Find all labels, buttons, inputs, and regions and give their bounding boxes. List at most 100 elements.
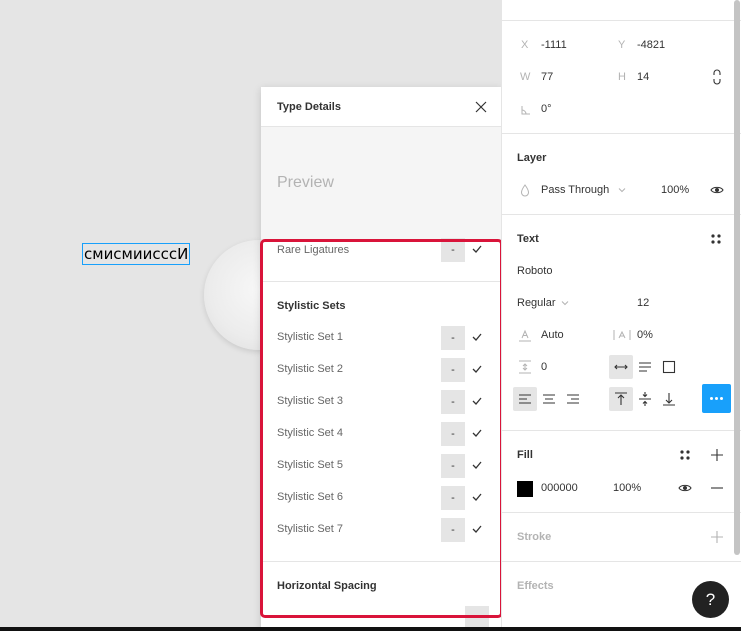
- panel-divider: [501, 214, 741, 215]
- check-icon[interactable]: [470, 242, 484, 256]
- fill-opacity-input[interactable]: 100%: [613, 482, 641, 494]
- w-input[interactable]: 77: [541, 71, 553, 83]
- fill-hex-input[interactable]: 000000: [541, 482, 578, 494]
- popup-title: Type Details: [277, 100, 341, 113]
- h-input[interactable]: 14: [637, 71, 649, 83]
- horizontal-spacing-title: Horizontal Spacing: [277, 580, 377, 592]
- option-stylistic-set-6: Stylistic Set 6 -: [261, 482, 501, 514]
- align-bottom-icon[interactable]: [661, 391, 677, 407]
- bottom-edge: [0, 627, 741, 631]
- text-styles-grid-icon[interactable]: [708, 231, 724, 247]
- option-stylistic-set-4: Stylistic Set 4 -: [261, 418, 501, 450]
- panel-divider: [501, 561, 741, 562]
- letter-spacing-icon: [612, 327, 631, 343]
- section-divider: [261, 281, 501, 282]
- layer-opacity-input[interactable]: 100%: [661, 184, 689, 196]
- check-icon[interactable]: [470, 490, 484, 504]
- option-label: Stylistic Set 4: [277, 427, 344, 439]
- option-label: Rare Ligatures: [277, 244, 350, 256]
- option-stylistic-set-5: Stylistic Set 5 -: [261, 450, 501, 482]
- close-icon[interactable]: [473, 99, 489, 115]
- eye-icon[interactable]: [677, 480, 693, 496]
- option-off-toggle[interactable]: -: [441, 238, 465, 262]
- effects-section-title: Effects: [517, 580, 554, 592]
- option-off-toggle[interactable]: -: [441, 358, 465, 382]
- fill-color-swatch[interactable]: [517, 481, 533, 497]
- option-stylistic-set-3: Stylistic Set 3 -: [261, 386, 501, 418]
- align-right-icon[interactable]: [565, 391, 581, 407]
- align-left-icon[interactable]: [517, 391, 533, 407]
- option-off-toggle[interactable]: -: [441, 518, 465, 542]
- font-family-select[interactable]: Roboto: [517, 265, 552, 277]
- add-stroke-icon[interactable]: [709, 529, 725, 545]
- option-label: Stylistic Set 1: [277, 331, 344, 343]
- option-off-toggle[interactable]: -: [441, 454, 465, 478]
- preview-area: Preview: [261, 127, 501, 240]
- help-button[interactable]: ?: [692, 581, 729, 618]
- constrain-proportions-icon[interactable]: [709, 69, 725, 85]
- font-weight-select[interactable]: Regular: [517, 297, 556, 309]
- option-rare-ligatures: Rare Ligatures -: [261, 238, 501, 270]
- chevron-down-icon[interactable]: [616, 184, 632, 200]
- option-stylistic-set-7: Stylistic Set 7 -: [261, 514, 501, 546]
- check-icon[interactable]: [470, 426, 484, 440]
- option-label: Stylistic Set 7: [277, 523, 344, 535]
- y-label: Y: [618, 39, 626, 51]
- paragraph-spacing-icon: [517, 359, 533, 375]
- check-icon[interactable]: [470, 330, 484, 344]
- auto-height-icon[interactable]: [637, 359, 653, 375]
- remove-fill-icon[interactable]: [709, 480, 725, 496]
- y-input[interactable]: -4821: [637, 39, 665, 51]
- check-icon[interactable]: [470, 522, 484, 536]
- panel-divider: [501, 133, 741, 134]
- option-off-toggle[interactable]: -: [441, 326, 465, 350]
- check-icon[interactable]: [470, 458, 484, 472]
- panel-divider: [501, 20, 741, 21]
- fill-section-title: Fill: [517, 449, 533, 461]
- letter-spacing-input[interactable]: 0%: [637, 329, 653, 341]
- blend-drop-icon: [517, 182, 533, 198]
- preview-text: Preview: [277, 174, 334, 191]
- align-top-icon[interactable]: [613, 391, 629, 407]
- check-icon[interactable]: [470, 394, 484, 408]
- panel-scrollbar[interactable]: [734, 0, 740, 555]
- option-stylistic-set-1: Stylistic Set 1 -: [261, 322, 501, 354]
- eye-icon[interactable]: [709, 182, 725, 198]
- font-size-input[interactable]: 12: [637, 297, 649, 309]
- option-label: Stylistic Set 2: [277, 363, 344, 375]
- type-details-button[interactable]: [702, 384, 731, 413]
- stylistic-sets-title: Stylistic Sets: [277, 300, 346, 312]
- add-fill-icon[interactable]: [709, 447, 725, 463]
- x-input[interactable]: -1111: [541, 39, 567, 51]
- h-label: H: [618, 71, 626, 83]
- option-off-toggle[interactable]: -: [441, 390, 465, 414]
- type-details-popup: Type Details Preview Rare Ligatures - St…: [261, 87, 501, 631]
- text-section-title: Text: [517, 233, 539, 245]
- align-center-icon[interactable]: [541, 391, 557, 407]
- line-height-input[interactable]: Auto: [541, 329, 564, 341]
- fixed-size-icon[interactable]: [661, 359, 677, 375]
- w-label: W: [520, 71, 531, 83]
- paragraph-spacing-input[interactable]: 0: [541, 361, 547, 373]
- fill-styles-grid-icon[interactable]: [677, 447, 693, 463]
- option-label: Stylistic Set 3: [277, 395, 344, 407]
- rotation-icon: [518, 102, 534, 118]
- more-dots-icon: [710, 397, 723, 400]
- option-off-toggle[interactable]: -: [441, 422, 465, 446]
- selected-text-layer[interactable]: смисмиисссИ: [82, 243, 191, 265]
- blend-mode-select[interactable]: Pass Through: [541, 184, 609, 196]
- section-divider: [261, 561, 501, 562]
- stroke-section-title: Stroke: [517, 531, 552, 543]
- layer-section-title: Layer: [517, 152, 547, 164]
- chevron-down-icon[interactable]: [559, 297, 575, 313]
- option-label: Stylistic Set 6: [277, 491, 344, 503]
- panel-divider: [501, 430, 741, 431]
- popup-header: Type Details: [261, 87, 501, 127]
- x-label: X: [521, 39, 529, 51]
- check-icon[interactable]: [470, 362, 484, 376]
- auto-width-icon[interactable]: [613, 359, 629, 375]
- rotation-input[interactable]: 0°: [541, 103, 552, 115]
- option-off-toggle[interactable]: -: [441, 486, 465, 510]
- align-middle-icon[interactable]: [637, 391, 653, 407]
- option-stylistic-set-2: Stylistic Set 2 -: [261, 354, 501, 386]
